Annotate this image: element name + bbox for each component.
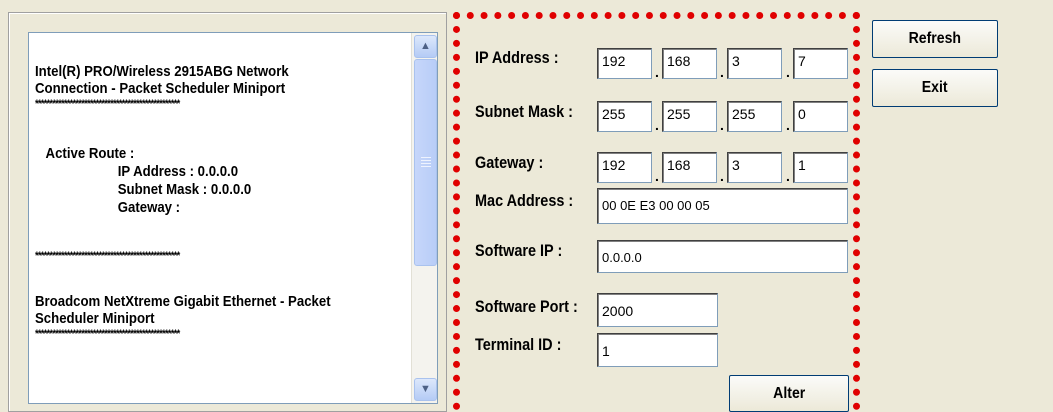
dot-separator: .: [720, 117, 724, 133]
dot-separator: .: [786, 168, 790, 184]
software-ip-label: Software IP :: [475, 241, 563, 260]
gateway-label: Gateway :: [475, 153, 544, 172]
separator-line: ****************************************…: [35, 98, 180, 110]
separator-line: ****************************************…: [35, 250, 180, 262]
subnet-octet-3-field[interactable]: 255: [727, 101, 782, 132]
software-ip-field[interactable]: 0.0.0.0: [597, 240, 848, 273]
software-port-field[interactable]: 2000: [597, 293, 718, 327]
separator-line: ****************************************…: [35, 328, 180, 340]
gateway-octet-3-field[interactable]: 3: [727, 152, 782, 183]
scroll-thumb[interactable]: [414, 59, 437, 266]
refresh-button[interactable]: Refresh: [872, 20, 998, 58]
list-item: Active Route :: [45, 145, 135, 162]
dot-separator: .: [720, 168, 724, 184]
thumb-grip: [421, 163, 431, 164]
thumb-grip: [421, 157, 431, 158]
list-item: Subnet Mask : 0.0.0.0: [117, 181, 252, 198]
dot-separator: .: [655, 168, 659, 184]
dot-separator: .: [786, 64, 790, 80]
terminal-id-field[interactable]: 1: [597, 333, 718, 367]
ip-address-label: IP Address :: [475, 48, 559, 67]
gateway-octet-4-field[interactable]: 1: [793, 152, 848, 183]
subnet-octet-4-field[interactable]: 0: [793, 101, 848, 132]
list-item: Broadcom NetXtreme Gigabit Ethernet - Pa…: [35, 293, 331, 310]
alter-button-label: Alter: [772, 385, 806, 402]
mac-address-label: Mac Address :: [475, 191, 574, 210]
list-item: IP Address : 0.0.0.0: [117, 163, 239, 180]
ip-octet-4-field[interactable]: 7: [793, 48, 848, 79]
interface-listbox[interactable]: Intel(R) PRO/Wireless 2915ABG Network Co…: [28, 32, 438, 404]
gateway-octet-2-field[interactable]: 168: [662, 152, 717, 183]
list-item: Gateway :: [117, 199, 181, 216]
dot-separator: .: [720, 64, 724, 80]
dot-separator: .: [655, 117, 659, 133]
exit-button-label: Exit: [922, 79, 948, 96]
exit-button[interactable]: Exit: [872, 69, 998, 107]
list-item: Scheduler Miniport: [35, 310, 155, 327]
subnet-octet-2-field[interactable]: 255: [662, 101, 717, 132]
gateway-octet-1-field[interactable]: 192: [597, 152, 652, 183]
mac-address-field[interactable]: 00 0E E3 00 00 05: [597, 188, 848, 224]
list-item: Connection - Packet Scheduler Miniport: [35, 80, 286, 97]
alter-button[interactable]: Alter: [729, 375, 849, 412]
thumb-grip: [421, 166, 431, 167]
list-item: Intel(R) PRO/Wireless 2915ABG Network: [35, 63, 289, 80]
arrow-up-icon: ▲: [420, 40, 431, 52]
subnet-mask-label: Subnet Mask :: [475, 102, 573, 121]
refresh-button-label: Refresh: [908, 30, 962, 47]
scroll-down-button[interactable]: ▼: [414, 378, 437, 401]
dot-separator: .: [786, 117, 790, 133]
ip-octet-2-field[interactable]: 168: [662, 48, 717, 79]
vertical-scrollbar[interactable]: ▲ ▼: [411, 33, 437, 403]
ip-octet-1-field[interactable]: 192: [597, 48, 652, 79]
thumb-grip: [421, 160, 431, 161]
subnet-octet-1-field[interactable]: 255: [597, 101, 652, 132]
scroll-up-button[interactable]: ▲: [414, 35, 437, 58]
software-port-label: Software Port :: [475, 297, 578, 316]
arrow-down-icon: ▼: [420, 383, 431, 395]
terminal-id-label: Terminal ID :: [475, 335, 562, 354]
ip-octet-3-field[interactable]: 3: [727, 48, 782, 79]
dot-separator: .: [655, 64, 659, 80]
